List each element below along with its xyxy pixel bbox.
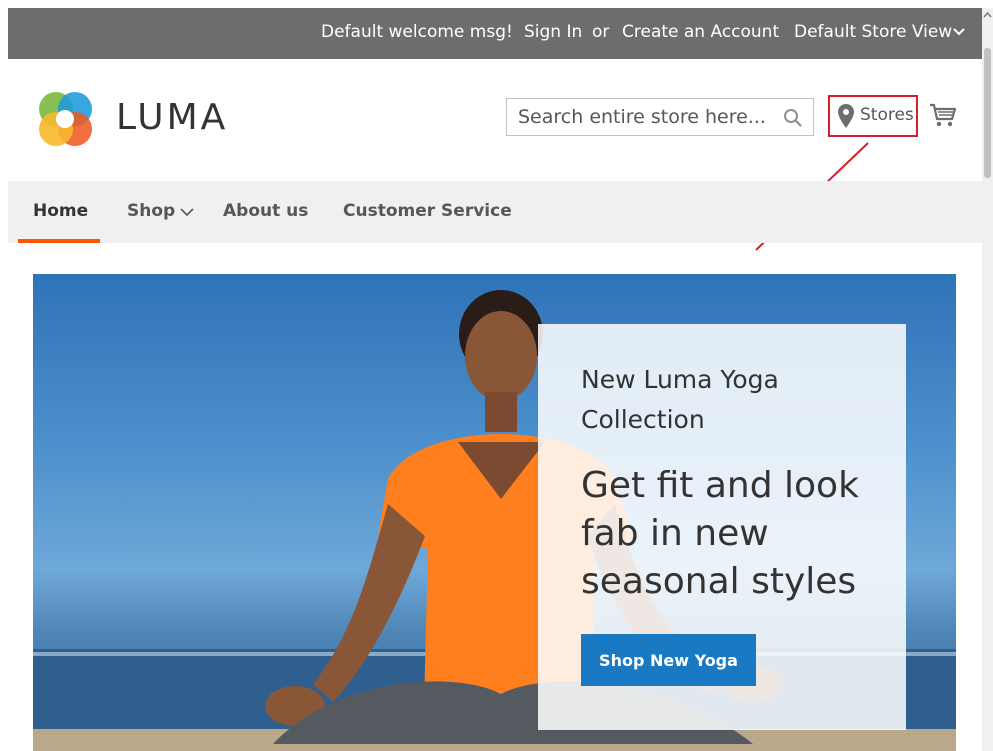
promo-subtitle: New Luma Yoga Collection [581,365,779,434]
stores-label: Stores [860,105,914,125]
scroll-thumb[interactable] [984,48,991,178]
brand-name[interactable]: LUMA [116,97,228,138]
search-icon[interactable] [783,108,803,128]
luma-logo-icon[interactable] [34,88,96,150]
main-navigation: Home Shop About us Customer Service [8,181,982,243]
shop-new-yoga-button[interactable]: Shop New Yoga [581,634,756,686]
nav-item-shop[interactable]: Shop [127,201,175,221]
search-input[interactable] [507,99,775,135]
nav-active-indicator [18,239,100,243]
cart-icon[interactable] [929,101,957,129]
nav-item-home[interactable]: Home [33,201,88,221]
promo-box: New Luma Yoga Collection Get fit and loo… [538,324,906,730]
nav-item-about-us[interactable]: About us [223,201,308,221]
chevron-down-icon[interactable] [952,25,966,39]
store-view-switcher[interactable]: Default Store View [794,22,952,42]
welcome-message: Default welcome msg! [321,22,513,42]
scrollbar[interactable] [982,8,993,751]
sign-in-link[interactable]: Sign In [524,22,582,42]
chevron-down-icon[interactable] [179,205,195,219]
scroll-up-icon[interactable] [983,10,992,20]
create-account-link[interactable]: Create an Account [622,22,779,42]
window-frame [0,0,993,8]
or-text: or [592,22,610,42]
stores-link[interactable]: Stores [828,95,918,137]
search-box [506,98,814,136]
hero-banner[interactable]: New Luma Yoga Collection Get fit and loo… [33,274,956,751]
top-bar: Default welcome msg! Sign In or Create a… [8,8,982,59]
map-pin-icon [838,104,854,128]
promo-headline: Get fit and look fab in new seasonal sty… [581,465,859,602]
nav-item-customer-service[interactable]: Customer Service [343,201,512,221]
